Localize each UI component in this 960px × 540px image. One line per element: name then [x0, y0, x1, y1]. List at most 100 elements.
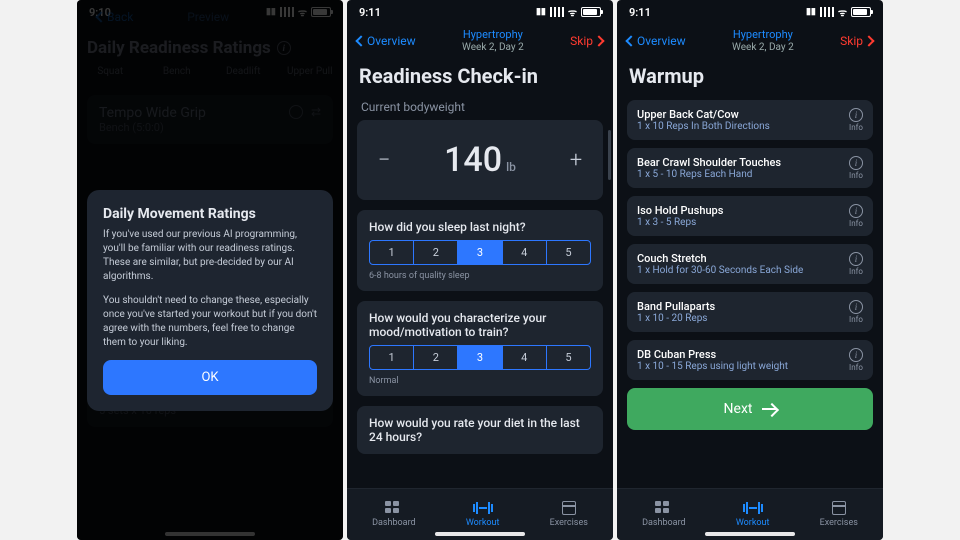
exercise-detail: 1 x 10 - 20 Reps [637, 313, 715, 324]
rating-segmented[interactable]: 1 2 3 4 5 [369, 240, 591, 265]
rating-option[interactable]: 5 [547, 346, 590, 369]
overview-link[interactable]: Overview [627, 34, 686, 48]
rating-option[interactable]: 4 [503, 241, 547, 264]
rating-option[interactable]: 2 [414, 241, 458, 264]
modal-body: If you've used our previous AI programmi… [103, 228, 317, 284]
info-icon: i [849, 348, 863, 362]
movement-ratings-modal: Daily Movement Ratings If you've used ou… [87, 190, 333, 411]
scrollbar[interactable] [608, 130, 611, 180]
workout-icon [744, 501, 762, 515]
info-icon: i [849, 300, 863, 314]
clock: 9:11 [359, 6, 381, 19]
bodyweight-label: Current bodyweight [361, 100, 599, 114]
chevron-right-icon [863, 35, 874, 46]
dashboard-icon [385, 501, 403, 513]
decrement-button[interactable]: − [371, 147, 397, 173]
rating-hint: Normal [369, 376, 591, 386]
overview-link[interactable]: Overview [357, 34, 416, 48]
chevron-left-icon [355, 35, 366, 46]
bodyweight-card: − 140 lb + [357, 120, 603, 200]
exercise-name: Upper Back Cat/Cow [637, 108, 770, 121]
exercise-detail: 1 x Hold for 30-60 Seconds Each Side [637, 265, 803, 276]
info-button[interactable]: iInfo [849, 204, 863, 228]
modal-title: Daily Movement Ratings [103, 206, 317, 222]
home-indicator[interactable] [435, 532, 525, 536]
exercise-detail: 1 x 10 - 15 Reps using light weight [637, 361, 788, 372]
info-icon: i [849, 108, 863, 122]
mood-question-card: How would you characterize your mood/mot… [357, 301, 603, 396]
info-button[interactable]: iInfo [849, 348, 863, 372]
question-label: How would you characterize your mood/mot… [369, 311, 591, 339]
question-label: How would you rate your diet in the last… [369, 416, 591, 444]
tab-dashboard[interactable]: Dashboard [372, 501, 416, 528]
exercise-detail: 1 x 5 - 10 Reps Each Hand [637, 169, 781, 180]
rating-option[interactable]: 3 [458, 346, 502, 369]
clock: 9:11 [629, 6, 651, 19]
page-title: Readiness Check-in [359, 64, 601, 88]
battery-icon [851, 7, 871, 17]
rating-segmented[interactable]: 1 2 3 4 5 [369, 345, 591, 370]
info-button[interactable]: iInfo [849, 300, 863, 324]
screen-1: 9:10 ▮▮ᯤ Back Preview Daily Readiness Ra… [77, 0, 343, 540]
tab-exercises[interactable]: Exercises [820, 501, 858, 528]
exercises-icon [832, 501, 846, 515]
rating-option[interactable]: 1 [370, 241, 414, 264]
nav-bar: Overview Hypertrophy Week 2, Day 2 Skip [347, 24, 613, 58]
modal-body: You shouldn't need to change these, espe… [103, 294, 317, 350]
screen-2: 9:11 ▮▮ᯤ Overview Hypertrophy Week 2, Da… [347, 0, 613, 540]
page-title: Warmup [629, 64, 871, 88]
exercise-name: DB Cuban Press [637, 348, 788, 361]
chevron-right-icon [593, 35, 604, 46]
info-button[interactable]: iInfo [849, 252, 863, 276]
exercise-row[interactable]: DB Cuban Press1 x 10 - 15 Reps using lig… [627, 340, 873, 380]
increment-button[interactable]: + [563, 147, 589, 173]
tab-workout[interactable]: Workout [736, 501, 770, 528]
next-button[interactable]: Next [627, 388, 873, 430]
skip-link[interactable]: Skip [570, 34, 603, 48]
workout-icon [474, 501, 492, 515]
rating-option[interactable]: 3 [458, 241, 502, 264]
tab-workout[interactable]: Workout [466, 501, 500, 528]
home-indicator[interactable] [705, 532, 795, 536]
status-bar: 9:11 ▮▮ᯤ [617, 0, 883, 24]
exercise-name: Bear Crawl Shoulder Touches [637, 156, 781, 169]
question-label: How did you sleep last night? [369, 220, 591, 234]
screen-3: 9:11 ▮▮ᯤ Overview Hypertrophy Week 2, Da… [617, 0, 883, 540]
rating-hint: 6-8 hours of quality sleep [369, 271, 591, 281]
exercise-row[interactable]: Band Pullaparts1 x 10 - 20 Reps iInfo [627, 292, 873, 332]
info-icon: i [849, 252, 863, 266]
exercise-row[interactable]: Bear Crawl Shoulder Touches1 x 5 - 10 Re… [627, 148, 873, 188]
signal-icon [820, 7, 834, 17]
nav-title: Hypertrophy Week 2, Day 2 [462, 29, 524, 52]
rating-option[interactable]: 1 [370, 346, 414, 369]
exercise-row[interactable]: Upper Back Cat/Cow1 x 10 Reps In Both Di… [627, 100, 873, 140]
chevron-left-icon [625, 35, 636, 46]
nav-bar: Overview Hypertrophy Week 2, Day 2 Skip [617, 24, 883, 58]
info-button[interactable]: iInfo [849, 156, 863, 180]
exercise-name: Couch Stretch [637, 252, 803, 265]
rating-option[interactable]: 2 [414, 346, 458, 369]
skip-link[interactable]: Skip [840, 34, 873, 48]
exercise-name: Iso Hold Pushups [637, 204, 723, 217]
arrow-right-icon [762, 408, 776, 410]
ok-button[interactable]: OK [103, 360, 317, 395]
signal-icon [550, 7, 564, 17]
sleep-question-card: How did you sleep last night? 1 2 3 4 5 … [357, 210, 603, 291]
info-button[interactable]: iInfo [849, 108, 863, 132]
rating-option[interactable]: 5 [547, 241, 590, 264]
diet-question-card: How would you rate your diet in the last… [357, 406, 603, 454]
info-icon: i [849, 156, 863, 170]
dashboard-icon [655, 501, 673, 513]
status-bar: 9:11 ▮▮ᯤ [347, 0, 613, 24]
info-icon: i [849, 204, 863, 218]
bodyweight-value[interactable]: 140 lb [444, 140, 516, 180]
nav-title: Hypertrophy Week 2, Day 2 [732, 29, 794, 52]
exercise-row[interactable]: Iso Hold Pushups1 x 3 - 5 Reps iInfo [627, 196, 873, 236]
exercise-detail: 1 x 3 - 5 Reps [637, 217, 723, 228]
exercises-icon [562, 501, 576, 515]
exercise-name: Band Pullaparts [637, 300, 715, 313]
tab-dashboard[interactable]: Dashboard [642, 501, 686, 528]
tab-exercises[interactable]: Exercises [550, 501, 588, 528]
rating-option[interactable]: 4 [503, 346, 547, 369]
exercise-row[interactable]: Couch Stretch1 x Hold for 30-60 Seconds … [627, 244, 873, 284]
